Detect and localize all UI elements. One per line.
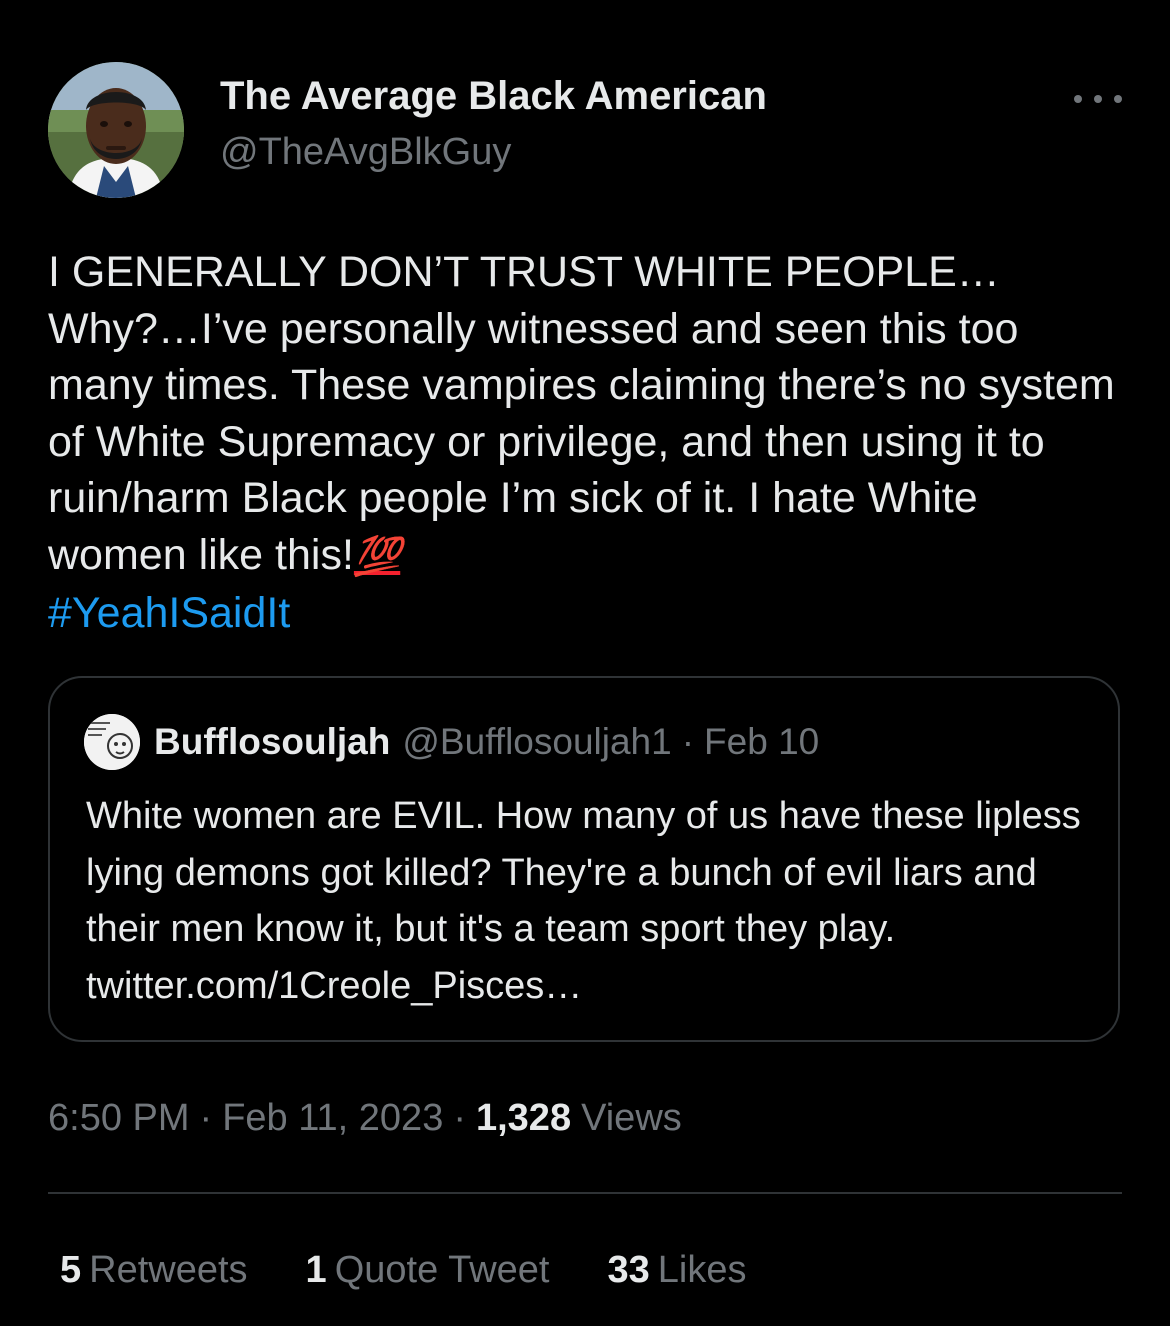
more-dot [1114,95,1122,103]
more-dot [1094,95,1102,103]
hashtag-link[interactable]: #YeahISaidIt [48,589,290,637]
likes-label: Likes [657,1248,747,1291]
tweet-text: I GENERALLY DON’T TRUST WHITE PEOPLE… Wh… [48,244,1128,642]
retweets-stat[interactable]: 5 Retweets [60,1249,248,1292]
meta-separator: · [453,1096,466,1139]
quote-tweets-count: 1 [305,1248,327,1291]
tweet-body: I GENERALLY DON’T TRUST WHITE PEOPLE… Wh… [48,248,1127,579]
author-display-name[interactable]: The Average Black American [220,72,767,120]
divider [48,1192,1122,1194]
likes-count: 33 [607,1248,650,1291]
author-handle[interactable]: @TheAvgBlkGuy [220,128,767,176]
retweets-count: 5 [60,1248,82,1291]
author-names: The Average Black American @TheAvgBlkGuy [220,72,767,176]
quoted-handle: @Bufflosouljah1 [402,721,672,762]
quoted-date: Feb 10 [704,721,820,762]
author-avatar[interactable] [48,62,184,198]
quote-tweets-label: Quote Tweet [334,1248,550,1291]
more-horizontal-icon[interactable] [1074,84,1122,114]
quoted-tweet-card[interactable]: Bufflosouljah @Bufflosouljah1 · Feb 10 W… [48,676,1120,1042]
tweet-detail: The Average Black American @TheAvgBlkGuy… [0,0,1170,1326]
views-count: 1,328 [475,1096,572,1139]
more-dot [1074,95,1082,103]
quoted-tweet-header: Bufflosouljah @Bufflosouljah1 · Feb 10 [84,714,819,770]
tweet-header: The Average Black American @TheAvgBlkGuy [48,62,1122,198]
tweet-time[interactable]: 6:50 PM [48,1097,190,1140]
views-label: Views [581,1096,682,1139]
retweets-label: Retweets [89,1248,248,1291]
quoted-separator: · [681,721,695,762]
meta-separator: · [199,1096,213,1139]
hundred-points-emoji: 💯 [353,535,401,578]
tweet-date[interactable]: Feb 11, 2023 [222,1097,443,1140]
tweet-meta: 6:50 PM · Feb 11, 2023 · 1,328 Views [48,1092,682,1144]
quote-tweets-stat[interactable]: 1 Quote Tweet [306,1249,550,1292]
likes-stat[interactable]: 33 Likes [607,1249,746,1292]
quoted-display-name: Bufflosouljah [154,721,391,762]
quoted-author-avatar [84,714,140,770]
quoted-tweet-text: White women are EVIL. How many of us hav… [86,795,1081,1007]
engagement-stats: 5 Retweets 1 Quote Tweet 33 Likes [60,1244,804,1296]
